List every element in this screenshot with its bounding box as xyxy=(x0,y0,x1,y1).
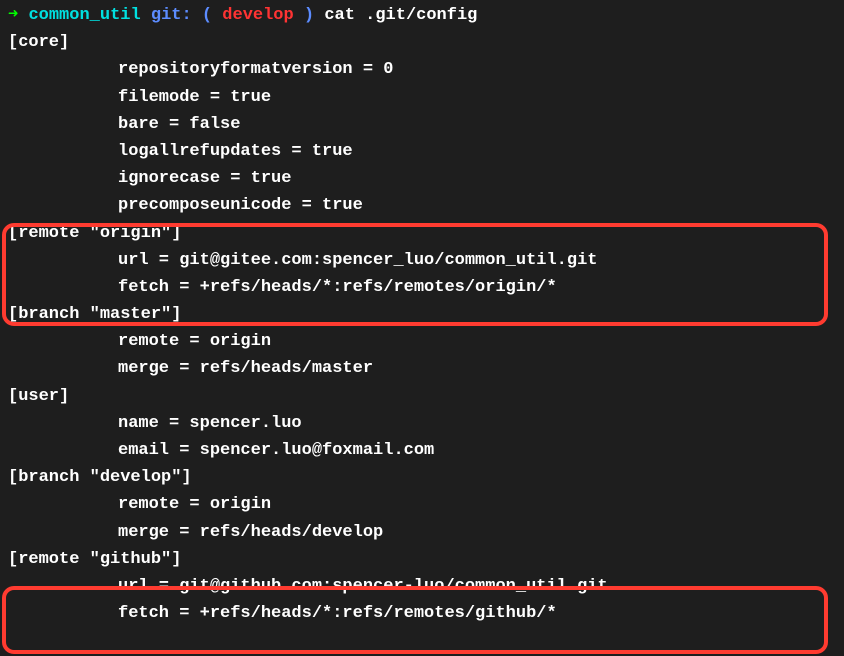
core-filemode: filemode = true xyxy=(8,84,836,111)
terminal-output[interactable]: ➜ common_util git: ( develop ) cat .git/… xyxy=(8,2,836,627)
git-label: git: xyxy=(151,6,192,25)
core-precompose: precomposeunicode = true xyxy=(8,192,836,219)
prompt-arrow: ➜ xyxy=(8,6,18,25)
section-user: [user] xyxy=(8,383,836,410)
branch-master-merge: merge = refs/heads/master xyxy=(8,355,836,382)
paren-open: ( xyxy=(202,6,212,25)
user-email: email = spencer.luo@foxmail.com xyxy=(8,437,836,464)
branch-develop-remote: remote = origin xyxy=(8,491,836,518)
section-branch-develop: [branch "develop"] xyxy=(8,464,836,491)
prompt-line: ➜ common_util git: ( develop ) cat .git/… xyxy=(8,2,836,29)
core-bare: bare = false xyxy=(8,111,836,138)
core-logallref: logallrefupdates = true xyxy=(8,138,836,165)
branch-master-remote: remote = origin xyxy=(8,328,836,355)
section-remote-github: [remote "github"] xyxy=(8,546,836,573)
command-text: cat .git/config xyxy=(324,6,477,25)
core-repoversion: repositoryformatversion = 0 xyxy=(8,56,836,83)
branch-develop-merge: merge = refs/heads/develop xyxy=(8,519,836,546)
remote-github-fetch: fetch = +refs/heads/*:refs/remotes/githu… xyxy=(8,600,836,627)
repo-name: common_util xyxy=(28,6,140,25)
section-branch-master: [branch "master"] xyxy=(8,301,836,328)
user-name: name = spencer.luo xyxy=(8,410,836,437)
branch-name: develop xyxy=(222,6,293,25)
remote-github-url: url = git@github.com:spencer-luo/common_… xyxy=(8,573,836,600)
remote-origin-fetch: fetch = +refs/heads/*:refs/remotes/origi… xyxy=(8,274,836,301)
section-core: [core] xyxy=(8,29,836,56)
remote-origin-url: url = git@gitee.com:spencer_luo/common_u… xyxy=(8,247,836,274)
core-ignorecase: ignorecase = true xyxy=(8,165,836,192)
paren-close: ) xyxy=(304,6,314,25)
section-remote-origin: [remote "origin"] xyxy=(8,220,836,247)
